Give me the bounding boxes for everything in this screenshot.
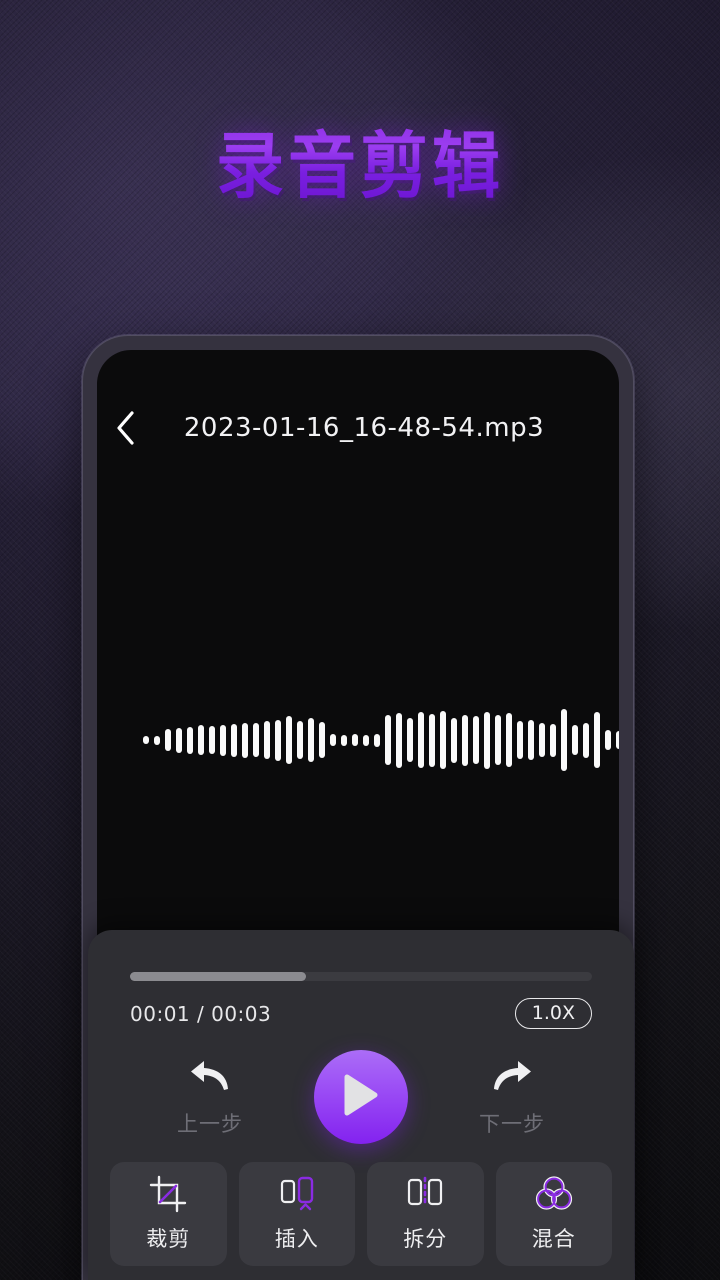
waveform-bar <box>220 724 226 756</box>
tool-insert-label: 插入 <box>274 1227 319 1251</box>
progress-slider[interactable] <box>130 972 592 981</box>
waveform-bar <box>517 721 523 759</box>
waveform-bar <box>418 712 424 768</box>
waveform-bar <box>330 734 336 746</box>
waveform-bar <box>264 721 270 759</box>
waveform-bar <box>308 718 314 762</box>
waveform-bar <box>506 713 512 767</box>
waveform-bar <box>176 727 182 753</box>
waveform-bar <box>396 712 402 768</box>
waveform-bar <box>539 723 545 757</box>
transport-controls: 上一步 下一步 <box>88 1042 634 1152</box>
file-name-title: 2023-01-16_16-48-54.mp3 <box>183 413 545 443</box>
redo-arrow-icon <box>489 1057 535 1100</box>
playback-control-panel: 00:01 / 00:03 1.0X 上一步 下一步 裁剪 插入 拆分 混合 <box>88 930 634 1280</box>
waveform-bar <box>143 736 149 744</box>
waveform-bar <box>363 734 369 746</box>
waveform-bar <box>605 730 611 750</box>
playback-speed-button[interactable]: 1.0X <box>514 998 592 1029</box>
waveform-bar <box>594 712 600 768</box>
play-icon <box>341 1073 381 1122</box>
waveform-bar <box>451 717 457 763</box>
tool-mix-label: 混合 <box>531 1227 576 1251</box>
play-button[interactable] <box>314 1050 408 1144</box>
waveform-bar <box>484 711 490 769</box>
waveform-bar <box>198 725 204 755</box>
time-row: 00:01 / 00:03 1.0X <box>130 998 592 1029</box>
waveform-bar <box>440 711 446 769</box>
waveform-bar <box>429 713 435 767</box>
progress-row <box>130 972 592 981</box>
waveform-bar <box>528 720 534 760</box>
waveform-bars <box>143 680 619 800</box>
progress-fill <box>130 972 306 981</box>
waveform-bar <box>209 726 215 754</box>
waveform-bar <box>473 716 479 764</box>
back-button[interactable] <box>97 400 153 456</box>
page-title: 录音剪辑 <box>216 107 504 212</box>
waveform-bar <box>154 735 160 745</box>
waveform-bar <box>242 722 248 758</box>
waveform-bar <box>231 723 237 757</box>
waveform-bar <box>286 716 292 764</box>
waveform-bar <box>275 719 281 761</box>
undo-arrow-icon <box>187 1057 233 1100</box>
tool-split-button[interactable]: 拆分 <box>367 1162 484 1266</box>
next-step-button[interactable]: 下一步 <box>452 1057 572 1138</box>
waveform-bar <box>495 715 501 765</box>
waveform-bar <box>572 725 578 755</box>
hero-banner: 录音剪辑 <box>0 110 720 209</box>
waveform-bar <box>374 733 380 747</box>
tool-bar: 裁剪 插入 拆分 混合 <box>110 1162 612 1266</box>
waveform-bar <box>561 709 567 771</box>
waveform-area[interactable] <box>97 680 619 800</box>
tool-crop-label: 裁剪 <box>146 1227 191 1251</box>
previous-step-label: 上一步 <box>177 1111 243 1136</box>
waveform-bar <box>583 722 589 758</box>
waveform-bar <box>297 721 303 759</box>
tool-insert-button[interactable]: 插入 <box>238 1162 355 1266</box>
waveform-bar <box>253 723 259 757</box>
next-step-label: 下一步 <box>479 1111 545 1136</box>
waveform-bar <box>385 715 391 765</box>
waveform-bar <box>319 722 325 758</box>
insert-icon <box>277 1175 317 1213</box>
crop-icon <box>149 1175 187 1213</box>
waveform-bar <box>550 723 556 757</box>
waveform-bar <box>341 734 347 746</box>
tool-mix-button[interactable]: 混合 <box>495 1162 612 1266</box>
waveform-bar <box>462 714 468 766</box>
mix-icon <box>534 1175 574 1213</box>
previous-step-button[interactable]: 上一步 <box>150 1057 270 1138</box>
waveform-bar <box>352 734 358 746</box>
time-display: 00:01 / 00:03 <box>130 1001 272 1026</box>
waveform-bar <box>616 731 619 749</box>
tool-crop-button[interactable]: 裁剪 <box>110 1162 227 1266</box>
tool-split-label: 拆分 <box>403 1227 448 1251</box>
chevron-left-icon <box>114 410 136 446</box>
waveform-bar <box>187 726 193 754</box>
waveform-bar <box>407 718 413 762</box>
split-icon <box>405 1175 445 1213</box>
waveform-bar <box>165 729 171 751</box>
app-bar: 2023-01-16_16-48-54.mp3 <box>97 400 619 456</box>
promo-screenshot: 录音剪辑 2023-01-16_16-48-54.mp3 00:01 / 00:… <box>0 0 720 1280</box>
